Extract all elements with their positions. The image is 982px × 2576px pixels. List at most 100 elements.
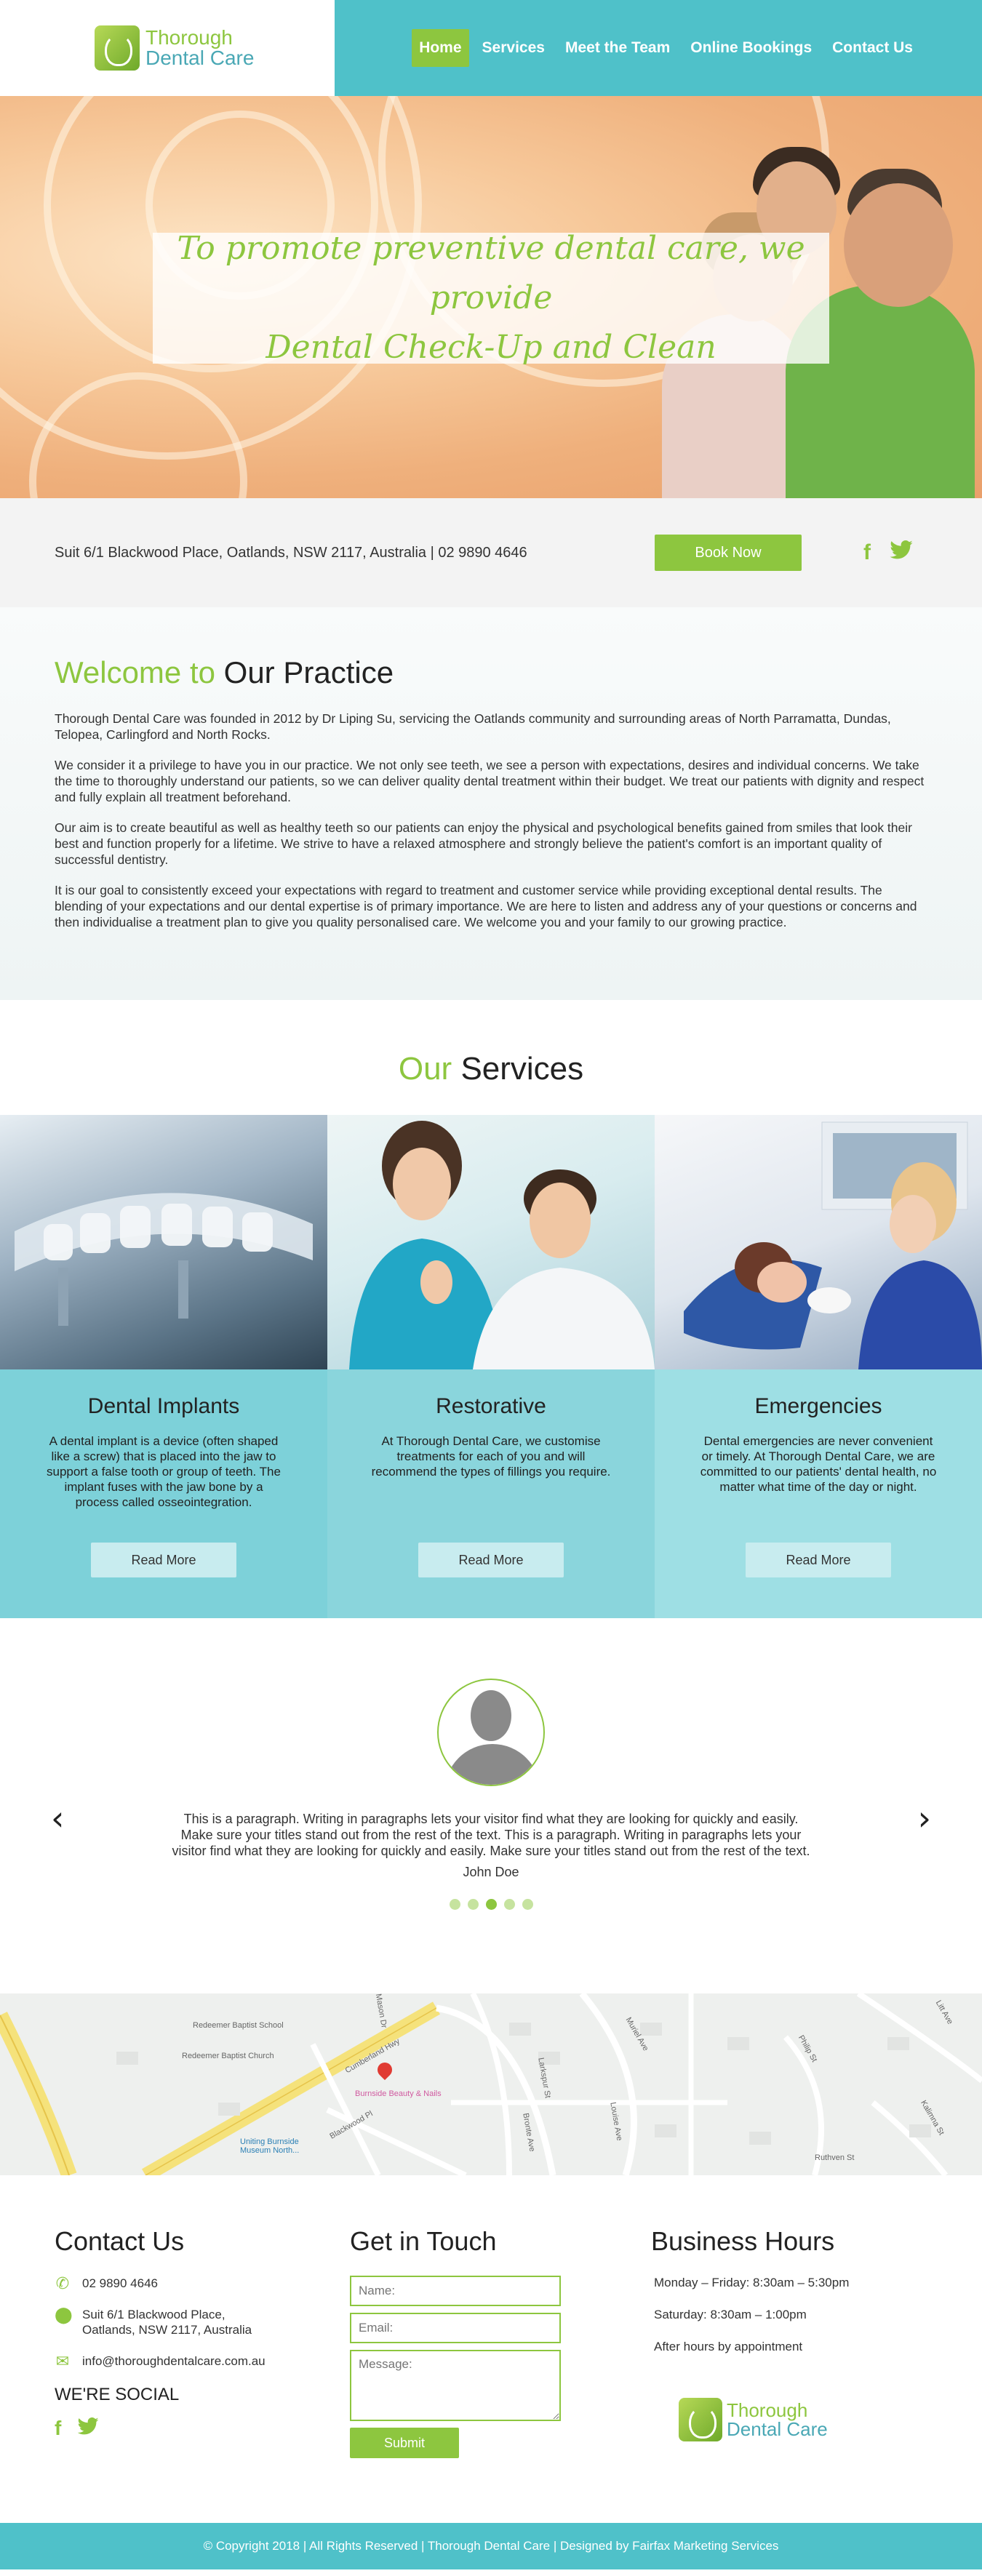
services-section: Our Services Dental Implants A dental im… [0,1000,982,1618]
testimonial-text: This is a paragraph. Writing in paragrap… [172,1812,810,1858]
service-card-body: Dental Implants A dental implant is a de… [0,1369,327,1618]
business-hours-column: Business Hours Monday – Friday: 8:30am –… [651,2226,927,2523]
twitter-icon[interactable] [890,540,913,565]
twitter-icon[interactable] [77,2417,99,2440]
logo-line1: Thorough [727,2399,808,2421]
welcome-section: Welcome to Our Practice Thorough Dental … [0,607,982,1000]
submit-button[interactable]: Submit [350,2428,459,2458]
logo-line1: Thorough [145,26,233,49]
location-map[interactable]: Redeemer Baptist School Redeemer Baptist… [0,1993,982,2175]
hero-banner-section: To promote preventive dental care, we pr… [0,96,982,498]
services-row: Dental Implants A dental implant is a de… [0,1115,982,1618]
footer-logo[interactable]: Thorough Dental Care [679,2398,927,2441]
read-more-button[interactable]: Read More [91,1543,236,1577]
welcome-paragraph: We consider it a privilege to have you i… [55,758,925,804]
implant-illustration [15,1193,313,1326]
services-title-accent: Our [398,1051,452,1087]
testimonial-author: John Doe [463,1865,519,1879]
main-nav: Home Services Meet the Team Online Booki… [335,0,982,96]
email-address[interactable]: info@thoroughdentalcare.com.au [82,2353,266,2369]
address-line2: Oatlands, NSW 2117, Australia [82,2323,252,2337]
emergencies-image [655,1115,982,1369]
service-description: A dental implant is a device (often shap… [47,1434,281,1509]
copyright-bar: © Copyright 2018 | All Rights Reserved |… [0,2523,982,2569]
contact-column: Contact Us ✆ 02 9890 4646 ⬤ Suit 6/1 Bla… [55,2226,350,2523]
hours-after: After hours by appointment [654,2340,803,2353]
hero-tagline: To promote preventive dental care, we pr… [153,224,829,372]
contact-email: ✉ info@thoroughdentalcare.com.au [55,2353,350,2369]
phone-icon: ✆ [55,2274,70,2292]
contact-title: Contact Us [55,2226,185,2256]
address-text: Suit 6/1 Blackwood Place, Oatlands, NSW … [82,2307,252,2337]
map-label: Uniting Burnside Museum North... [240,2137,300,2155]
hours-title: Business Hours [651,2226,835,2256]
map-label: Burnside Beauty & Nails [355,2089,442,2098]
avatar-body [444,1744,540,1785]
site-logo[interactable]: Thorough Dental Care [95,25,254,71]
form-title: Get in Touch [350,2226,497,2256]
slider-dot-active[interactable] [485,1899,497,1910]
email-field[interactable] [350,2313,561,2343]
dental-implant-image [0,1115,327,1369]
read-more-button[interactable]: Read More [746,1543,891,1577]
nav-contact-us[interactable]: Contact Us [825,29,920,67]
services-title-rest: Services [460,1051,584,1087]
service-title: Dental Implants [87,1394,240,1418]
welcome-title-accent: Welcome to [55,655,215,689]
footer-social-links: f [55,2417,350,2440]
email-icon: ✉ [55,2352,70,2370]
nav-home[interactable]: Home [412,29,469,67]
tooth-logo-icon [95,25,140,71]
message-field[interactable] [350,2350,561,2421]
slider-dot[interactable] [449,1899,460,1910]
nav-meet-the-team[interactable]: Meet the Team [558,29,677,67]
avatar [437,1679,545,1786]
slider-dot[interactable] [503,1899,515,1910]
restorative-image [327,1115,655,1369]
contact-phone: ✆ 02 9890 4646 [55,2274,350,2292]
service-title: Restorative [436,1394,546,1418]
phone-number[interactable]: 02 9890 4646 [82,2276,158,2291]
service-description: At Thorough Dental Care, we customise tr… [371,1434,611,1479]
name-field[interactable] [350,2276,561,2306]
facebook-icon[interactable]: f [863,540,871,565]
welcome-paragraph: It is our goal to consistently exceed yo… [55,883,917,929]
logo-area: Thorough Dental Care [0,0,335,96]
social-links: f [863,540,913,565]
service-title: Emergencies [754,1394,882,1418]
slider-dot[interactable] [522,1899,533,1910]
welcome-paragraph: Thorough Dental Care was founded in 2012… [55,711,891,742]
previous-arrow-icon[interactable]: ‹ [51,1799,64,1838]
map-label: Redeemer Baptist Church [182,2052,274,2060]
dentist-treating-child-illustration [684,1121,982,1369]
next-arrow-icon[interactable]: › [918,1799,931,1838]
address-line1: Suit 6/1 Blackwood Place, [82,2308,225,2321]
hero-tagline-line2: Dental Check-Up and Clean [266,329,716,366]
nav-services[interactable]: Services [475,29,552,67]
facebook-icon[interactable]: f [55,2417,61,2440]
hours-saturday: Saturday: 8:30am – 1:00pm [654,2308,807,2321]
family-photo-father-face [844,183,953,307]
social-title: WE'RE SOCIAL [55,2385,180,2404]
logo-line2: Dental Care [727,2418,828,2440]
info-bar: Suit 6/1 Blackwood Place, Oatlands, NSW … [0,498,982,607]
book-now-button[interactable]: Book Now [655,535,802,571]
logo-line2: Dental Care [145,47,255,69]
map-label: Ruthven St [815,2153,855,2162]
avatar-head [471,1690,511,1741]
service-description: Dental emergencies are never convenient … [700,1434,937,1494]
logo-text: Thorough Dental Care [727,2401,828,2439]
slider-dot[interactable] [467,1899,479,1910]
welcome-title-rest: Our Practice [223,655,394,689]
service-card-body: Emergencies Dental emergencies are never… [655,1369,982,1618]
hero-tagline-box: To promote preventive dental care, we pr… [153,230,829,366]
map-roads [0,1993,982,2175]
site-header: Thorough Dental Care Home Services Meet … [0,0,982,96]
site-footer: Contact Us ✆ 02 9890 4646 ⬤ Suit 6/1 Bla… [0,2175,982,2523]
logo-text: Thorough Dental Care [145,28,254,68]
nav-online-bookings[interactable]: Online Bookings [683,29,819,67]
welcome-paragraph: Our aim is to create beautiful as well a… [55,820,912,867]
welcome-title: Welcome to Our Practice [55,655,927,690]
practice-address: Suit 6/1 Blackwood Place, Oatlands, NSW … [55,544,527,561]
read-more-button[interactable]: Read More [418,1543,564,1577]
